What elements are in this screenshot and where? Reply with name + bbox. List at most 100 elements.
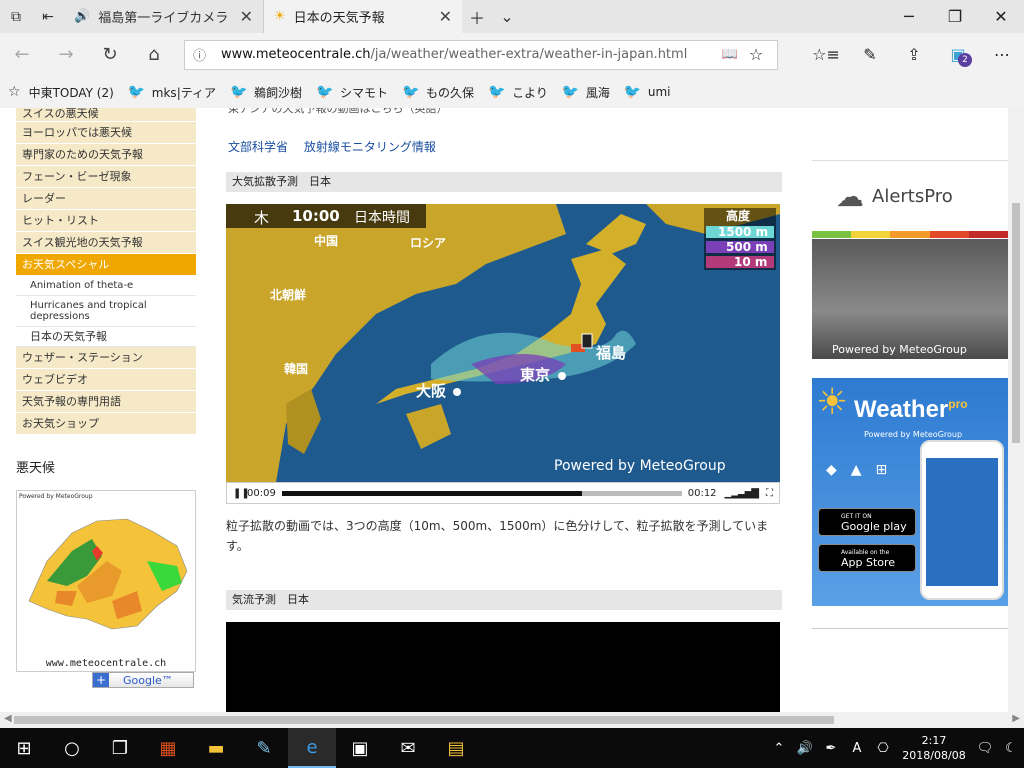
severe-weather-map[interactable]: Powered by MeteoGroup www.meteocentrale.… — [16, 490, 196, 672]
sidebar-item[interactable]: ヒット・リスト — [16, 210, 196, 232]
refresh-button[interactable]: ↻ — [88, 44, 132, 65]
twitter-icon: 🐦 — [316, 84, 334, 100]
platform-icons: ◆▲⊞ — [826, 462, 902, 478]
sidebar-nav: スイスの悪天候 ヨーロッパでは悪天候 専門家のための天気予報 フェーン・ビーゼ現… — [16, 108, 196, 688]
speaker-icon[interactable]: 🔊 — [792, 741, 818, 756]
night-light-icon[interactable]: ☾ — [998, 741, 1024, 756]
scroll-left-icon[interactable]: ◀ — [4, 713, 12, 724]
weatherpro-title: Weatherpro — [854, 396, 968, 423]
sidebar-item[interactable]: 天気予報の専門用語 — [16, 391, 196, 413]
horizontal-scrollbar[interactable]: ◀ ▶ — [0, 712, 1024, 728]
sidebar-item[interactable]: スイス観光地の天気予報 — [16, 232, 196, 254]
minimize-icon[interactable]: ─ — [886, 0, 932, 33]
pen-workspace-icon[interactable]: ✒ — [818, 741, 844, 756]
more-icon[interactable]: ⋯ — [980, 45, 1024, 64]
ime-icon[interactable]: A — [844, 741, 870, 756]
fullscreen-icon[interactable]: ⛶ — [766, 488, 773, 499]
favorite-item[interactable]: 中東TODAY (2) — [29, 84, 114, 101]
scroll-right-icon[interactable]: ▶ — [1012, 713, 1020, 724]
back-button[interactable]: ← — [0, 44, 44, 65]
favorite-item[interactable]: 🐦 シマモト — [316, 84, 388, 101]
favorite-item[interactable]: 🐦 鵜飼沙樹 — [230, 84, 302, 101]
sidebar-subitem[interactable]: Hurricanes and tropical depressions — [16, 296, 196, 327]
clock[interactable]: 2:17 2018/08/08 — [896, 733, 972, 763]
action-icon[interactable]: ⎔ — [870, 741, 896, 756]
video-caption: 粒子拡散の動画では、3つの高度（10m、500m、1500m）に色分けして、粒子… — [226, 519, 769, 553]
sidebar-item-weather-special[interactable]: お天気スペシャル — [16, 254, 196, 276]
tab-title: 福島第一ライブカメラ（4 — [98, 11, 233, 26]
video-progress-bar[interactable] — [281, 490, 682, 496]
close-tab-icon[interactable]: ✕ — [439, 7, 452, 26]
mail-icon[interactable]: ✉ — [384, 728, 432, 768]
sidebar-item[interactable]: お天気ショップ — [16, 413, 196, 435]
sidebar-subitem[interactable]: Animation of theta-e — [16, 276, 196, 296]
tab-fukushima-camera[interactable]: 🔊 福島第一ライブカメラ（4 ✕ — [64, 0, 264, 33]
edge-icon[interactable]: e — [288, 728, 336, 768]
add-to-google-button[interactable]: + Google™ — [92, 672, 194, 688]
weatherpro-ad[interactable]: ☀ Weatherpro Powered by MeteoGroup ◆▲⊞ G… — [812, 378, 1008, 606]
address-bar[interactable]: ⓘ www.meteocentrale.ch/ja/weather/weathe… — [184, 39, 778, 70]
page-content: スイスの悪天候 ヨーロッパでは悪天候 専門家のための天気予報 フェーン・ビーゼ現… — [0, 108, 1008, 712]
favorite-item[interactable]: 🐦 もの久保 — [402, 84, 474, 101]
sidebar-item[interactable]: ヨーロッパでは悪天候 — [16, 122, 196, 144]
divider — [812, 628, 1008, 629]
restore-icon[interactable]: ❐ — [932, 0, 978, 33]
task-view-icon[interactable]: ❐ — [96, 728, 144, 768]
twitter-icon: 🐦 — [402, 84, 420, 100]
sidebar-item[interactable]: 専門家のための天気予報 — [16, 144, 196, 166]
share-icon[interactable]: ⇪ — [892, 45, 936, 64]
label-russia: ロシア — [410, 236, 447, 250]
set-aside-tabs-icon[interactable]: ⇤ — [32, 0, 64, 33]
sidebar-item[interactable]: ウェザー・ステーション — [16, 347, 196, 369]
alertspro-ad[interactable]: ☁ AlertsPro Powered by MeteoGroup — [812, 160, 1008, 360]
close-tab-icon[interactable]: ✕ — [240, 7, 253, 26]
top-text[interactable]: 東アジアの天気予報の動画はこちら（英語） — [228, 108, 448, 116]
notification-icon[interactable]: 🗨 — [972, 741, 998, 756]
favorite-item[interactable]: 🐦 umi — [624, 85, 671, 99]
dispersion-video[interactable]: 木 10:00 日本時間 高度 1500 m 500 m 10 m 中国 ロシア… — [226, 204, 780, 482]
new-tab-icon[interactable]: ＋ — [462, 5, 492, 29]
favorites-hub-icon[interactable]: ☆≡ — [804, 45, 848, 64]
file-explorer-icon[interactable]: ▬ — [192, 728, 240, 768]
volume-icon[interactable]: ▁▂▃▅▇ — [725, 488, 759, 499]
sidebar-subitem-japan[interactable]: 日本の天気予報 — [16, 327, 196, 347]
tab-manager-icon[interactable]: ⧉ — [0, 0, 32, 33]
mext-link[interactable]: 文部科学省 — [228, 140, 288, 154]
sidebar-item[interactable]: スイスの悪天候 — [16, 108, 196, 122]
paint-icon[interactable]: ✎ — [240, 728, 288, 768]
airflow-video[interactable] — [226, 622, 780, 712]
url-text[interactable]: www.meteocentrale.ch/ja/weather/weather-… — [221, 47, 717, 62]
favorite-item[interactable]: 🐦 風海 — [562, 84, 610, 101]
weatherpro-powered: Powered by MeteoGroup — [864, 430, 963, 439]
google-play-button[interactable]: GET IT ON Google play — [818, 508, 916, 536]
twitter-icon: 🐦 — [230, 84, 248, 100]
sidebar-item[interactable]: フェーン・ビーゼ現象 — [16, 166, 196, 188]
radiation-monitoring-link[interactable]: 放射線モニタリング情報 — [304, 140, 436, 154]
vertical-scrollbar[interactable] — [1008, 108, 1024, 712]
clock-time: 2:17 — [921, 734, 947, 747]
extension-icon[interactable]: ▣ 2 — [936, 45, 980, 67]
sidebar-item[interactable]: ウェブビデオ — [16, 369, 196, 391]
search-icon[interactable]: ○ — [48, 728, 96, 768]
info-icon[interactable]: ⓘ — [193, 45, 213, 64]
onedrive-folder-icon[interactable]: ▤ — [432, 728, 480, 768]
pause-button[interactable]: ❚❚ — [233, 488, 250, 499]
home-button[interactable]: ⌂ — [132, 44, 176, 65]
favorite-item[interactable]: 🐦 こより — [488, 84, 548, 101]
sidebar-item[interactable]: レーダー — [16, 188, 196, 210]
tab-japan-weather[interactable]: ☀ 日本の天気予報 ✕ — [264, 0, 462, 33]
app-icon[interactable]: ▣ — [336, 728, 384, 768]
favorite-star-icon[interactable]: ☆ — [743, 45, 769, 64]
forward-button[interactable]: → — [44, 44, 88, 65]
favorite-item[interactable]: 🐦 mks|ティア — [128, 84, 216, 101]
reading-view-icon[interactable]: 📖 — [717, 47, 743, 62]
close-window-icon[interactable]: ✕ — [978, 0, 1024, 33]
pen-icon[interactable]: ✎ — [848, 45, 892, 64]
tray-chevron-icon[interactable]: ⌃ — [766, 741, 792, 756]
alertspro-title: AlertsPro — [872, 185, 953, 207]
tab-preview-chevron-icon[interactable]: ⌄ — [492, 7, 522, 26]
windows-start-icon[interactable]: ⊞ — [0, 728, 48, 768]
office-icon[interactable]: ▦ — [144, 728, 192, 768]
app-store-button[interactable]: Available on the App Store — [818, 544, 916, 572]
twitter-icon: 🐦 — [623, 84, 642, 100]
